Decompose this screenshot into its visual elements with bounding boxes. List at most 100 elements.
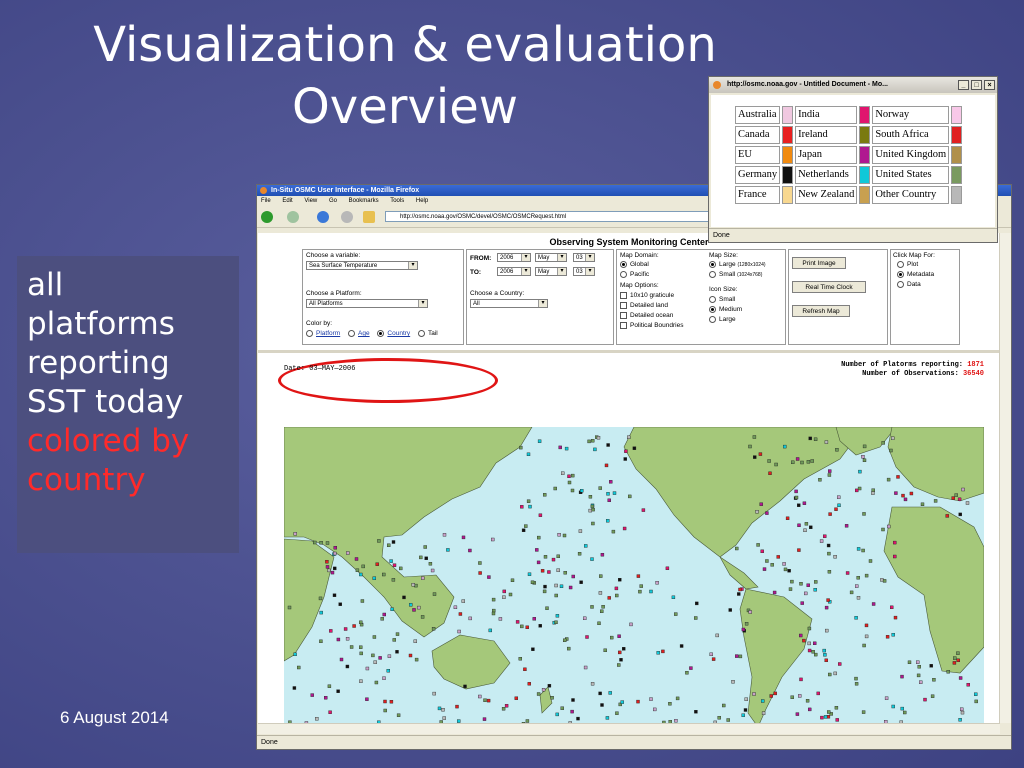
- platform-marker[interactable]: [827, 551, 831, 556]
- platform-marker[interactable]: [632, 446, 637, 450]
- platform-marker[interactable]: [561, 471, 565, 475]
- platform-marker[interactable]: [395, 650, 399, 654]
- platform-marker[interactable]: [610, 635, 614, 640]
- platform-marker[interactable]: [327, 684, 332, 688]
- platform-marker[interactable]: [933, 499, 938, 503]
- platform-marker[interactable]: [807, 641, 811, 646]
- platform-marker[interactable]: [765, 559, 769, 563]
- platform-marker[interactable]: [854, 682, 859, 686]
- platform-marker[interactable]: [834, 706, 839, 710]
- platform-marker[interactable]: [360, 599, 365, 603]
- platform-marker[interactable]: [617, 663, 621, 667]
- platform-marker[interactable]: [857, 486, 862, 491]
- platform-marker[interactable]: [864, 634, 869, 639]
- platform-marker[interactable]: [820, 715, 824, 720]
- platform-marker[interactable]: [862, 444, 867, 449]
- platform-marker[interactable]: [864, 573, 869, 578]
- platform-marker[interactable]: [453, 605, 458, 610]
- platform-marker[interactable]: [329, 629, 333, 633]
- platform-marker[interactable]: [491, 608, 496, 613]
- platform-marker[interactable]: [371, 653, 375, 658]
- platform-marker[interactable]: [510, 578, 515, 583]
- platform-marker[interactable]: [547, 684, 552, 688]
- platform-marker[interactable]: [355, 568, 360, 573]
- platform-marker[interactable]: [813, 641, 817, 646]
- platform-marker[interactable]: [795, 457, 800, 461]
- minimize-icon[interactable]: _: [958, 80, 969, 90]
- platform-marker[interactable]: [894, 491, 898, 495]
- platform-marker[interactable]: [382, 612, 387, 617]
- platform-marker[interactable]: [711, 657, 716, 661]
- platform-marker[interactable]: [622, 647, 626, 651]
- platform-marker[interactable]: [810, 459, 814, 463]
- platform-marker[interactable]: [547, 570, 551, 574]
- platform-marker[interactable]: [819, 539, 824, 543]
- platform-marker[interactable]: [606, 518, 610, 523]
- platform-marker[interactable]: [536, 535, 541, 540]
- platform-marker[interactable]: [576, 716, 580, 721]
- platform-marker[interactable]: [554, 583, 558, 588]
- platform-marker[interactable]: [430, 568, 435, 573]
- platform-marker[interactable]: [762, 567, 767, 571]
- reload-icon[interactable]: [317, 211, 329, 223]
- platform-marker[interactable]: [811, 650, 815, 654]
- platform-marker[interactable]: [881, 441, 885, 445]
- platform-marker[interactable]: [694, 616, 698, 620]
- platform-marker[interactable]: [615, 711, 619, 715]
- platform-marker[interactable]: [903, 710, 907, 715]
- platform-marker[interactable]: [858, 469, 862, 474]
- platform-marker[interactable]: [560, 706, 564, 710]
- platform-marker[interactable]: [661, 649, 665, 654]
- platform-marker[interactable]: [907, 660, 912, 665]
- platform-marker[interactable]: [333, 566, 337, 571]
- platform-marker[interactable]: [752, 692, 756, 696]
- platform-marker[interactable]: [758, 452, 763, 456]
- platform-marker[interactable]: [339, 657, 344, 662]
- horizontal-scrollbar[interactable]: [258, 723, 1000, 734]
- platform-marker[interactable]: [956, 658, 960, 663]
- platform-marker[interactable]: [579, 580, 583, 584]
- platform-marker[interactable]: [325, 559, 329, 564]
- platform-marker[interactable]: [391, 540, 396, 544]
- platform-marker[interactable]: [748, 610, 752, 614]
- platform-marker[interactable]: [845, 571, 850, 575]
- platform-marker[interactable]: [833, 554, 837, 559]
- platform-marker[interactable]: [814, 652, 818, 657]
- platform-marker[interactable]: [555, 712, 559, 717]
- platform-marker[interactable]: [597, 621, 601, 626]
- platform-marker[interactable]: [871, 602, 876, 606]
- platform-marker[interactable]: [383, 699, 387, 704]
- platform-marker[interactable]: [806, 583, 810, 587]
- platform-marker[interactable]: [411, 582, 415, 587]
- platform-marker[interactable]: [627, 435, 631, 440]
- menu-file[interactable]: File: [261, 198, 271, 204]
- platform-marker[interactable]: [457, 629, 461, 634]
- platform-marker[interactable]: [827, 569, 832, 574]
- platform-marker[interactable]: [524, 524, 528, 528]
- platform-marker[interactable]: [551, 557, 556, 562]
- platform-marker[interactable]: [530, 580, 535, 585]
- platform-marker[interactable]: [900, 674, 904, 679]
- platform-marker[interactable]: [618, 650, 622, 655]
- platform-marker[interactable]: [414, 657, 419, 662]
- platform-marker[interactable]: [862, 458, 867, 462]
- platform-marker[interactable]: [336, 637, 341, 642]
- platform-marker[interactable]: [563, 638, 567, 643]
- platform-marker[interactable]: [805, 699, 810, 703]
- platform-marker[interactable]: [623, 457, 627, 461]
- size-small-radio[interactable]: [709, 271, 716, 278]
- platform-marker[interactable]: [956, 651, 960, 655]
- platform-marker[interactable]: [583, 665, 588, 670]
- platform-marker[interactable]: [606, 443, 610, 447]
- platform-marker[interactable]: [587, 439, 591, 444]
- platform-marker[interactable]: [417, 605, 421, 610]
- platform-marker[interactable]: [774, 462, 778, 467]
- platform-marker[interactable]: [446, 548, 450, 552]
- platform-marker[interactable]: [567, 646, 571, 651]
- platform-marker[interactable]: [324, 696, 328, 700]
- platform-marker[interactable]: [421, 576, 425, 580]
- platform-marker[interactable]: [854, 676, 858, 681]
- platform-marker[interactable]: [816, 691, 820, 696]
- platform-marker[interactable]: [624, 449, 628, 453]
- platform-marker[interactable]: [412, 608, 416, 612]
